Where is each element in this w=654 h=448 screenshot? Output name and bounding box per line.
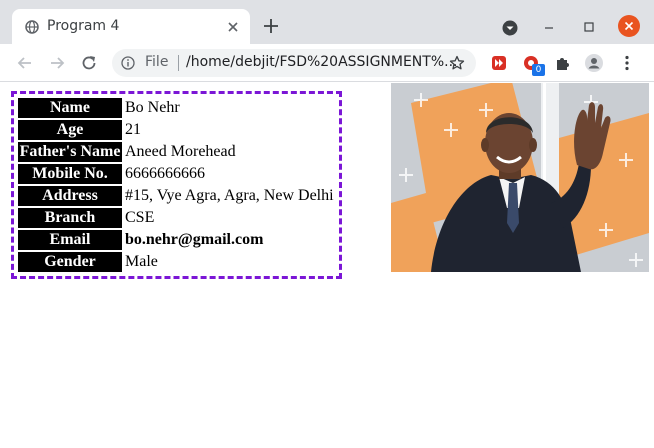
field-value: 6666666666 — [125, 165, 205, 182]
star-icon[interactable] — [449, 55, 465, 71]
field-label: Name — [18, 98, 122, 118]
close-icon[interactable] — [226, 20, 240, 34]
url-scheme-label: File — [145, 54, 169, 70]
maximize-icon[interactable] — [582, 20, 596, 34]
profile-icon[interactable] — [585, 54, 603, 72]
field-value: Aneed Morehead — [125, 143, 236, 160]
reload-icon[interactable] — [80, 54, 98, 72]
field-value: 21 — [125, 121, 141, 138]
field-value: CSE — [125, 209, 155, 226]
globe-icon — [25, 20, 39, 34]
field-value: #15, Vye Agra, Agra, New Delhi — [125, 187, 334, 204]
plus-icon[interactable] — [262, 17, 280, 35]
browser-toolbar: File /home/debjit/FSD%20ASSIGNMENT%... — [0, 44, 654, 82]
window-close-icon — [624, 21, 634, 31]
url-separator — [178, 55, 179, 71]
extension-badge: 0 — [532, 64, 545, 76]
extension-icon[interactable] — [490, 54, 508, 72]
tab-title: Program 4 — [47, 18, 120, 34]
photo-illustration — [391, 83, 649, 272]
window-close-button[interactable] — [618, 15, 640, 37]
field-value: bo.nehr@gmail.com — [125, 231, 264, 248]
table-row: Email bo.nehr@gmail.com — [18, 230, 335, 250]
field-value: Male — [125, 253, 158, 270]
table-row: Name Bo Nehr — [18, 98, 335, 118]
table-row: Address #15, Vye Agra, Agra, New Delhi — [18, 186, 335, 206]
url-text[interactable]: /home/debjit/FSD%20ASSIGNMENT%... — [186, 54, 458, 70]
field-label: Father's Name — [18, 142, 122, 162]
back-icon[interactable] — [16, 54, 34, 72]
field-label: Mobile No. — [18, 164, 122, 184]
table-row: Branch CSE — [18, 208, 335, 228]
table-row: Mobile No. 6666666666 — [18, 164, 335, 184]
minimize-icon[interactable] — [542, 20, 556, 34]
table-row: Gender Male — [18, 252, 335, 272]
table-row: Age 21 — [18, 120, 335, 140]
page-content: Name Bo Nehr Age 21 Father's Name Aneed Moreh… — [0, 83, 654, 448]
puzzle-icon[interactable] — [554, 54, 572, 72]
menu-icon[interactable] — [618, 54, 636, 72]
field-label: Gender — [18, 252, 122, 272]
address-bar[interactable]: File /home/debjit/FSD%20ASSIGNMENT%... — [112, 49, 476, 77]
table-row: Father's Name Aneed Morehead — [18, 142, 335, 162]
tab-strip: Program 4 — [0, 0, 654, 45]
tab-search-icon[interactable] — [502, 20, 518, 36]
profile-photo — [391, 83, 649, 272]
field-value: Bo Nehr — [125, 99, 180, 116]
info-icon[interactable] — [121, 56, 135, 70]
field-label: Branch — [18, 208, 122, 228]
student-info-table: Name Bo Nehr Age 21 Father's Name Aneed Moreh… — [11, 91, 342, 279]
forward-icon[interactable] — [48, 54, 66, 72]
field-label: Email — [18, 230, 122, 250]
browser-tab[interactable]: Program 4 — [12, 9, 250, 45]
field-label: Age — [18, 120, 122, 140]
field-label: Address — [18, 186, 122, 206]
